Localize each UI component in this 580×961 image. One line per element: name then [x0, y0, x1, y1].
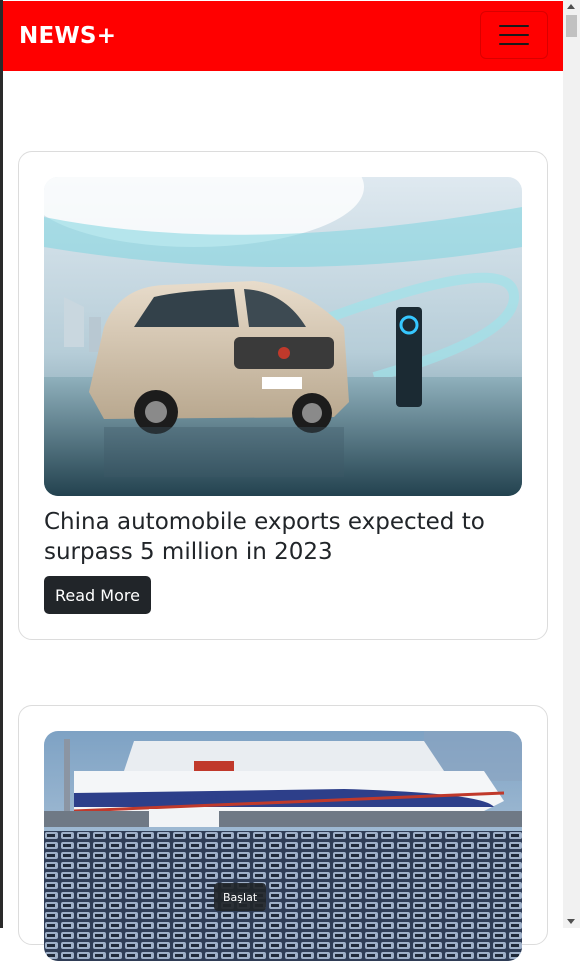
read-more-button[interactable]: Read More [44, 576, 151, 614]
article-title[interactable]: China automobile exports expected to sur… [44, 507, 514, 567]
scroll-down-arrow-icon[interactable] [567, 919, 575, 924]
window-left-edge [0, 0, 3, 928]
article-card: COSCO SHIPP [18, 705, 548, 961]
brand-logo[interactable]: NEWS+ [19, 23, 116, 49]
article-card: China automobile exports expected to sur… [18, 151, 548, 640]
article-image: COSCO SHIPP [44, 731, 522, 961]
hamburger-menu-button[interactable] [480, 11, 548, 59]
navbar: NEWS+ [3, 1, 563, 71]
scrollbar-thumb[interactable] [566, 15, 577, 37]
tooltip: Başlat [214, 883, 267, 911]
scroll-up-arrow-icon[interactable] [567, 4, 575, 9]
article-image [44, 177, 522, 496]
vertical-scrollbar[interactable] [563, 0, 580, 928]
ship-name-text: COSCO SHIPP [169, 793, 232, 803]
hamburger-menu-icon [499, 25, 529, 27]
